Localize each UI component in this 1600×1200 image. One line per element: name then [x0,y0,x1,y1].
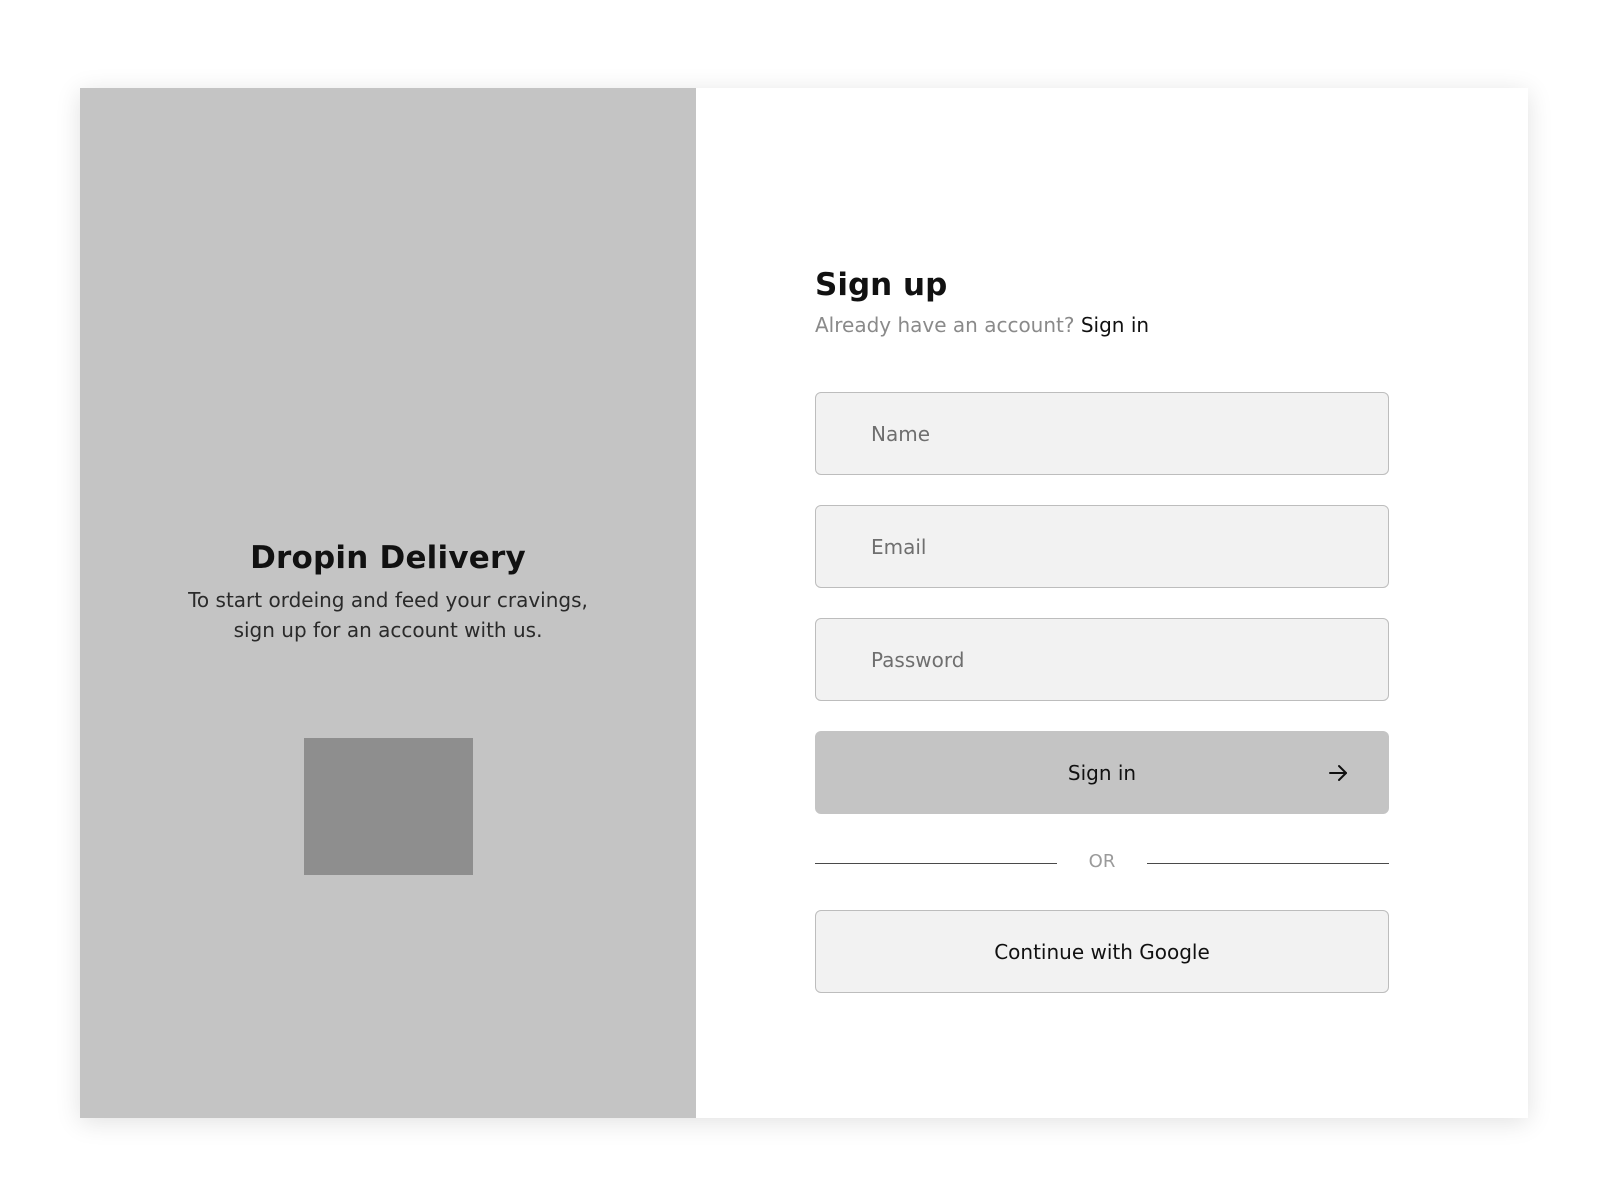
divider-text: OR [1088,851,1116,872]
signin-prompt-text: Already have an account? [815,313,1075,337]
password-field[interactable] [815,618,1389,701]
signup-card: Dropin Delivery To start ordeing and fee… [80,88,1528,1118]
signin-prompt: Already have an account? Sign in [815,310,1389,340]
brand-subtitle-line-1: To start ordeing and feed your cravings, [188,588,588,612]
brand-panel: Dropin Delivery To start ordeing and fee… [80,88,696,1118]
signup-form: Sign up Already have an account? Sign in… [815,264,1389,993]
illustration-placeholder-image [304,738,473,875]
brand-subtitle-line-2: sign up for an account with us. [233,618,543,642]
name-field[interactable] [815,392,1389,475]
page-title: Sign up [815,267,948,303]
brand-subtitle: To start ordeing and feed your cravings,… [80,585,696,645]
form-panel: Sign up Already have an account? Sign in… [696,88,1528,1118]
divider-line-right [1147,863,1389,864]
or-divider: OR [815,848,1389,876]
signin-button[interactable]: Sign in [815,731,1389,814]
brand-title: Dropin Delivery [250,540,526,576]
email-field[interactable] [815,505,1389,588]
continue-with-google-button[interactable]: Continue with Google [815,910,1389,993]
arrow-right-icon [1329,764,1347,781]
signin-link[interactable]: Sign in [1081,313,1149,337]
signin-button-label: Sign in [1067,760,1137,785]
